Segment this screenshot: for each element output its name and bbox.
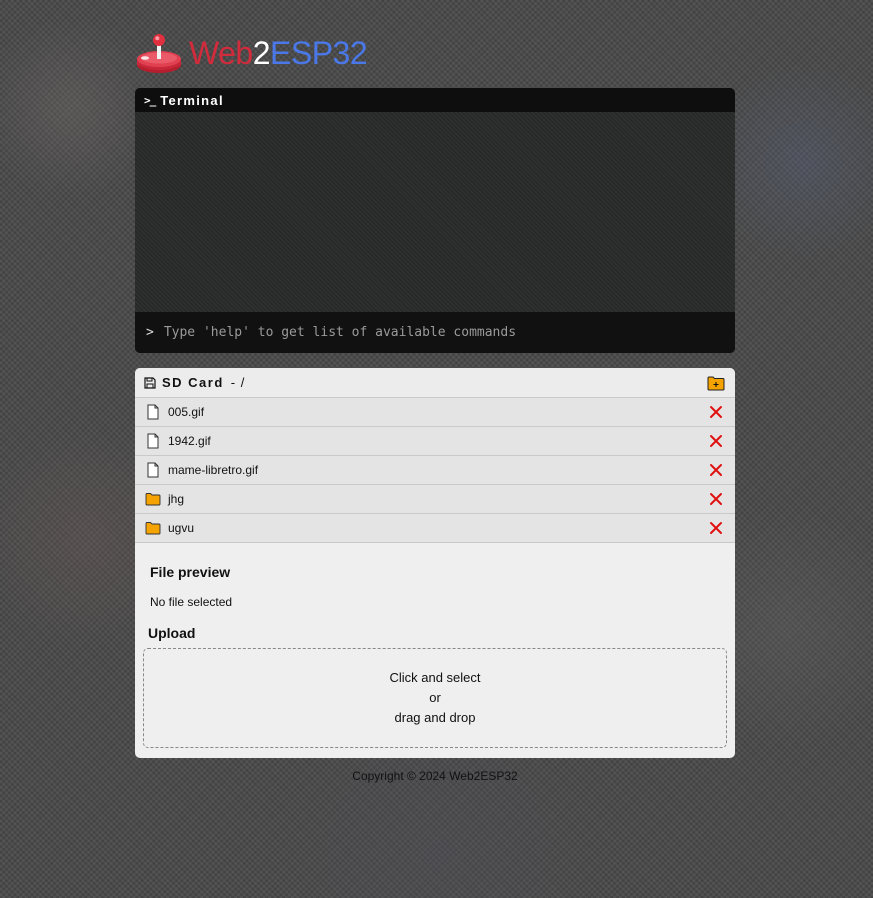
upload-title: Upload (148, 625, 196, 641)
sd-card-header: SD Card - / (135, 368, 735, 398)
folder-plus-icon[interactable] (707, 375, 725, 391)
current-path: - / (230, 375, 246, 390)
item-name: 1942.gif (168, 434, 211, 448)
title-part-2: 2 (252, 35, 271, 71)
dropzone-line-3: drag and drop (394, 710, 476, 725)
file-icon (147, 404, 159, 420)
delete-icon[interactable] (709, 521, 723, 535)
file-list: 005.gif 1942.gif mame-libretro.gif jhg u… (135, 398, 735, 543)
terminal-input-row: > (135, 312, 735, 353)
folder-icon (145, 493, 161, 506)
dropzone-line-2: or (429, 690, 441, 705)
terminal-panel: >_ Terminal > (135, 88, 735, 353)
folder-icon (145, 522, 161, 535)
list-item[interactable]: jhg (135, 485, 735, 514)
title-part-web: Web (189, 35, 253, 71)
file-preview-text: No file selected (150, 595, 233, 609)
item-name: jhg (168, 492, 185, 506)
terminal-output[interactable] (135, 112, 735, 312)
floppy-disk-icon (144, 376, 156, 389)
delete-icon[interactable] (709, 434, 723, 448)
list-item[interactable]: ugvu (135, 514, 735, 543)
logo: Web2ESP32 (135, 30, 368, 76)
app-title: Web2ESP32 (189, 35, 368, 71)
terminal-input[interactable] (163, 325, 684, 340)
delete-icon[interactable] (709, 463, 723, 477)
sd-card-title: SD Card (162, 375, 224, 390)
file-icon (147, 462, 159, 478)
item-name: mame-libretro.gif (168, 463, 259, 477)
list-item[interactable]: 1942.gif (135, 427, 735, 456)
upload-dropzone[interactable]: Click and select or drag and drop (143, 648, 727, 748)
terminal-header: >_ Terminal (135, 88, 735, 112)
footer-copyright: Copyright © 2024 Web2ESP32 (352, 769, 518, 783)
delete-icon[interactable] (709, 405, 723, 419)
file-preview-title: File preview (150, 564, 231, 580)
list-item[interactable]: 005.gif (135, 398, 735, 427)
item-name: 005.gif (168, 405, 205, 419)
title-part-esp32: ESP32 (270, 35, 368, 71)
terminal-icon: >_ (144, 93, 156, 107)
terminal-title: Terminal (160, 92, 224, 108)
joystick-icon (137, 34, 181, 73)
terminal-prompt-symbol: > (146, 325, 154, 340)
item-name: ugvu (168, 521, 195, 535)
list-item[interactable]: mame-libretro.gif (135, 456, 735, 485)
sd-card-panel: SD Card - / 005.gif 1942.gif mame-libret… (135, 368, 735, 758)
dropzone-line-1: Click and select (389, 670, 481, 685)
delete-icon[interactable] (709, 492, 723, 506)
file-icon (147, 433, 159, 449)
